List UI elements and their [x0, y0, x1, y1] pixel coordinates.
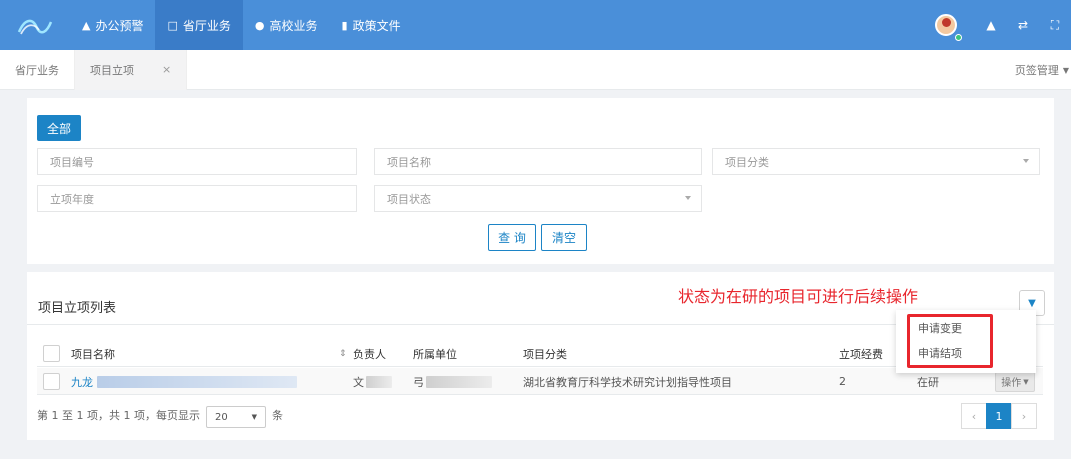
tab-project-approval[interactable]: 项目立项 × — [75, 49, 188, 90]
tab-label: 项目立项 — [90, 63, 134, 77]
funding-cell: 2 — [839, 375, 846, 388]
chevron-down-icon: ▼ — [1062, 65, 1069, 75]
project-name-text: 九龙 — [71, 375, 93, 389]
close-icon[interactable]: × — [162, 63, 171, 76]
file-icon: ▮ — [341, 18, 348, 32]
nav-item-label: 办公预警 — [95, 18, 144, 33]
all-filter-button[interactable]: 全部 — [37, 115, 81, 141]
fullscreen-icon[interactable]: ⛶ — [1039, 18, 1071, 33]
nav-item-label: 政策文件 — [352, 18, 401, 33]
filter-icon: ▼ — [1028, 297, 1036, 309]
nav-item-office-alert[interactable]: ▲ 办公预警 — [70, 0, 155, 50]
bell-icon[interactable]: ▲ — [975, 18, 1007, 32]
shuffle-icon[interactable]: ⇄ — [1007, 18, 1039, 32]
select-all-checkbox[interactable] — [43, 340, 60, 367]
placeholder: 项目状态 — [387, 192, 431, 206]
redacted-text — [426, 375, 492, 388]
redacted-text — [366, 375, 392, 388]
nav-item-provincial-business[interactable]: □ 省厅业务 — [155, 0, 243, 50]
sort-icon[interactable]: ⇕ — [339, 340, 347, 367]
table-header: 项目名称 ⇕ 负责人 所属单位 项目分类 立项经费 状态 — [37, 340, 1043, 367]
query-button[interactable]: 查 询 — [488, 224, 536, 251]
project-category-select[interactable]: 项目分类 — [712, 148, 1040, 175]
placeholder: 项目名称 — [387, 155, 431, 169]
tab-label: 省厅业务 — [15, 63, 59, 77]
pagination-summary: 第 1 至 1 项，共 1 项，每页显示 20 ▼ 条 — [37, 404, 283, 428]
page-size-select[interactable]: 20 ▼ — [205, 406, 266, 428]
chevron-down-icon — [685, 196, 691, 200]
tab-manage-label: 页签管理 — [1014, 64, 1059, 77]
unit-text: 条 — [271, 409, 283, 422]
highlight-box — [907, 314, 993, 368]
column-header-leader[interactable]: 负责人 — [353, 340, 386, 367]
ops-label: 操作 — [1001, 378, 1022, 389]
logo-icon[interactable] — [0, 0, 70, 50]
project-status-select[interactable]: 项目状态 — [374, 185, 702, 212]
annotation-text: 状态为在研的项目可进行后续操作 — [678, 287, 919, 306]
chevron-down-icon: ▼ — [251, 413, 257, 421]
column-header-unit[interactable]: 所属单位 — [413, 340, 457, 367]
column-header-name[interactable]: 项目名称 — [71, 340, 115, 367]
column-header-category[interactable]: 项目分类 — [523, 340, 567, 367]
nav-item-label: 高校业务 — [269, 18, 318, 33]
unit-text: 弓 — [413, 375, 424, 389]
placeholder: 立项年度 — [50, 192, 94, 206]
unit-cell: 弓 — [413, 368, 492, 395]
project-name-input[interactable]: 项目名称 — [374, 148, 702, 175]
clear-button[interactable]: 清空 — [541, 224, 587, 251]
online-status-dot — [955, 34, 962, 41]
project-no-input[interactable]: 项目编号 — [37, 148, 357, 175]
page-button-1[interactable]: 1 — [986, 403, 1012, 429]
project-name-link[interactable]: 九龙 — [71, 368, 297, 395]
search-panel: 全部 项目编号 项目名称 项目分类 立项年度 项目状态 查 询 清空 — [27, 98, 1054, 264]
summary-text: 第 1 至 1 项，共 1 项，每页显示 — [37, 409, 200, 422]
row-checkbox[interactable] — [43, 368, 60, 395]
table-row: 九龙 文 弓 湖北省教育厅科学技术研究计划指导性项目 2 在研 操作 ▼ — [37, 368, 1043, 395]
leader-cell: 文 — [353, 368, 392, 395]
top-navbar: ▲ 办公预警 □ 省厅业务 ● 高校业务 ▮ 政策文件 ▲ ⇄ ⛶ — [0, 0, 1071, 50]
chevron-down-icon: ▼ — [1023, 377, 1029, 386]
page-tab-bar: 省厅业务 项目立项 × 页签管理 ▼ — [0, 49, 1071, 90]
navbar-right-tools: ▲ ⇄ ⛶ — [935, 0, 1071, 50]
nav-item-label: 省厅业务 — [182, 18, 231, 33]
nav-item-policy-docs[interactable]: ▮ 政策文件 — [330, 0, 413, 50]
monitor-icon: □ — [167, 18, 178, 32]
pagination: ‹ 1 › — [961, 403, 1037, 429]
prev-page-button[interactable]: ‹ — [961, 403, 987, 429]
placeholder: 项目分类 — [725, 155, 769, 169]
avatar[interactable] — [935, 14, 957, 36]
page-size-value: 20 — [214, 411, 228, 423]
category-cell: 湖北省教育厅科学技术研究计划指导性项目 — [523, 375, 732, 389]
list-title: 项目立项列表 — [38, 301, 117, 316]
column-header-funding[interactable]: 立项经费 — [839, 340, 883, 367]
chevron-down-icon — [1023, 159, 1029, 163]
placeholder: 项目编号 — [50, 155, 94, 169]
tab-provincial-business[interactable]: 省厅业务 — [0, 49, 75, 90]
year-input[interactable]: 立项年度 — [37, 185, 357, 212]
cloud-icon: ● — [254, 18, 265, 32]
nav-item-university-business[interactable]: ● 高校业务 — [243, 0, 330, 50]
tab-manage-menu[interactable]: 页签管理 ▼ — [1015, 50, 1071, 90]
operations-dropdown-button[interactable]: 操作 ▼ — [995, 371, 1035, 392]
redacted-text — [97, 375, 297, 388]
bell-icon: ▲ — [82, 18, 91, 32]
leader-text: 文 — [353, 375, 364, 389]
next-page-button[interactable]: › — [1011, 403, 1037, 429]
